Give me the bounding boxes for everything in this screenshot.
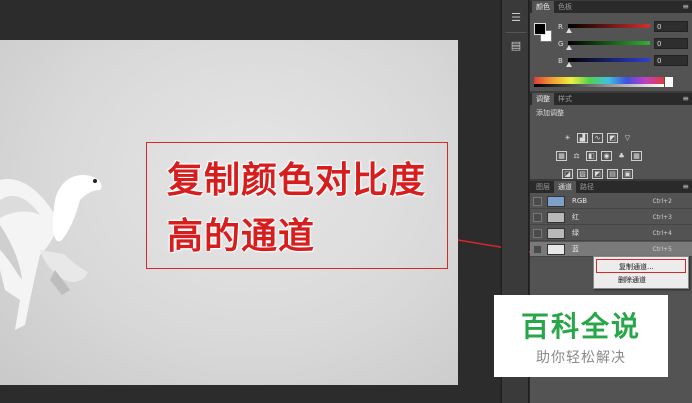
channel-name: 红 xyxy=(572,213,579,221)
slider-r-knob[interactable] xyxy=(566,28,572,33)
curves-icon[interactable]: ∿ xyxy=(592,133,603,143)
eye-icon[interactable] xyxy=(533,245,542,254)
slider-b[interactable]: B 0 xyxy=(558,55,688,68)
channel-name: RGB xyxy=(572,197,588,205)
dock-separator xyxy=(506,32,526,33)
channel-shortcut: Ctrl+3 xyxy=(652,214,672,221)
slider-g-value[interactable]: 0 xyxy=(654,38,688,49)
annotation-callout: 复制颜色对比度 高的通道 xyxy=(146,142,448,269)
properties-icon[interactable]: ▤ xyxy=(508,38,524,54)
channel-shortcut: Ctrl+2 xyxy=(652,198,672,205)
tab-color[interactable]: 颜色 xyxy=(532,1,554,13)
adjustments-title: 添加调整 xyxy=(536,109,564,117)
visibility-toggle[interactable] xyxy=(533,229,542,238)
channel-thumbnail xyxy=(547,228,565,239)
visibility-toggle[interactable] xyxy=(533,213,542,222)
slider-r-value[interactable]: 0 xyxy=(654,21,688,32)
tab-layers[interactable]: 图层 xyxy=(532,181,554,193)
channel-thumbnail xyxy=(547,196,565,207)
vibrance-icon[interactable]: ▦ xyxy=(556,151,567,161)
channel-row-red[interactable]: 红 Ctrl+3 xyxy=(530,210,692,225)
invert-icon[interactable]: ◪ xyxy=(562,169,573,179)
channel-thumbnail xyxy=(547,244,565,255)
adjustments-panel: 添加调整 ☀ ▟ ∿ ◩ ▽ ▦ ⚖ ◧ ◉ ♣ ▦ ◪ ▨ ◩ ▤ ▣ xyxy=(530,105,692,179)
photo-filter-icon[interactable]: ◉ xyxy=(601,151,612,161)
channel-row-rgb[interactable]: RGB Ctrl+2 xyxy=(530,194,692,209)
panel-menu-icon[interactable]: ≡ xyxy=(682,181,689,193)
tab-paths[interactable]: 路径 xyxy=(576,181,598,193)
adjustment-icons-row-3: ◪ ▨ ◩ ▤ ▣ xyxy=(562,161,682,179)
slider-r-label: R xyxy=(558,23,563,31)
gradient-map-icon[interactable]: ▤ xyxy=(607,169,618,179)
channel-name: 绿 xyxy=(572,229,579,237)
canvas-area[interactable]: 复制颜色对比度 高的通道 xyxy=(0,0,500,403)
slider-g[interactable]: G 0 xyxy=(558,38,688,51)
dove-image xyxy=(0,175,102,330)
history-icon[interactable]: ☰ xyxy=(508,10,524,26)
channel-context-menu: 复制通道... 删除通道 xyxy=(593,256,689,289)
threshold-icon[interactable]: ◩ xyxy=(592,169,603,179)
watermark-logo: 百科全说 助你轻松解决 xyxy=(494,295,668,377)
channel-shortcut: Ctrl+5 xyxy=(652,246,672,253)
lookup-icon[interactable]: ▦ xyxy=(631,151,642,161)
slider-g-knob[interactable] xyxy=(566,45,572,50)
channel-thumbnail xyxy=(547,212,565,223)
panel-menu-icon[interactable]: ≡ xyxy=(682,93,689,105)
menu-item-delete-channel[interactable]: 删除通道 xyxy=(596,273,686,287)
tab-swatches[interactable]: 色板 xyxy=(554,1,576,13)
tab-channels[interactable]: 通道 xyxy=(554,181,576,193)
channel-shortcut: Ctrl+4 xyxy=(652,230,672,237)
slider-b-knob[interactable] xyxy=(566,62,572,67)
channel-name: 蓝 xyxy=(572,245,579,253)
slider-r[interactable]: R 0 xyxy=(558,21,688,34)
adjustments-panel-tabbar: 调整 样式 ≡ xyxy=(530,93,692,105)
color-spectrum[interactable] xyxy=(534,77,664,87)
callout-line-2: 高的通道 xyxy=(167,216,316,257)
watermark-title: 百科全说 xyxy=(520,310,641,343)
document-image[interactable]: 复制颜色对比度 高的通道 xyxy=(0,40,458,385)
posterize-icon[interactable]: ▨ xyxy=(577,169,588,179)
exposure-icon[interactable]: ◩ xyxy=(607,133,618,143)
tab-styles[interactable]: 样式 xyxy=(554,93,576,105)
slider-b-track[interactable] xyxy=(568,58,650,62)
spectrum-white-swatch[interactable] xyxy=(665,77,673,87)
tab-adjustments[interactable]: 调整 xyxy=(532,93,554,105)
adjustment-icons-row-2: ▦ ⚖ ◧ ◉ ♣ ▦ xyxy=(556,143,676,161)
slider-g-label: G xyxy=(558,40,564,48)
color-panel: R 0 G 0 B 0 xyxy=(530,13,692,91)
channel-row-green[interactable]: 绿 Ctrl+4 xyxy=(530,226,692,241)
selective-color-icon[interactable]: ▣ xyxy=(622,169,633,179)
foreground-color-swatch[interactable] xyxy=(534,23,546,35)
slider-g-track[interactable] xyxy=(568,41,650,45)
watermark-subtitle: 助你轻松解决 xyxy=(536,350,626,366)
adjustment-icons-row-1: ☀ ▟ ∿ ◩ ▽ xyxy=(562,125,682,143)
slider-b-label: B xyxy=(558,57,563,65)
levels-icon[interactable]: ▟ xyxy=(577,133,588,143)
color-panel-tabbar: 颜色 色板 ≡ xyxy=(530,1,692,13)
slider-b-value[interactable]: 0 xyxy=(654,55,688,66)
slider-r-track[interactable] xyxy=(568,24,650,28)
channel-row-blue[interactable]: 蓝 Ctrl+5 xyxy=(530,242,692,257)
visibility-toggle[interactable] xyxy=(533,197,542,206)
menu-item-duplicate-channel[interactable]: 复制通道... xyxy=(596,259,686,273)
channels-panel-tabbar: 图层 通道 路径 ≡ xyxy=(530,181,692,193)
photoshop-window: 复制颜色对比度 高的通道 ☰ ▤ 颜色 色板 ≡ R 0 G 0 B 0 调整 … xyxy=(0,0,692,403)
callout-line-1: 复制颜色对比度 xyxy=(167,160,427,201)
panel-menu-icon[interactable]: ≡ xyxy=(682,1,689,13)
bw-icon[interactable]: ◧ xyxy=(586,151,597,161)
